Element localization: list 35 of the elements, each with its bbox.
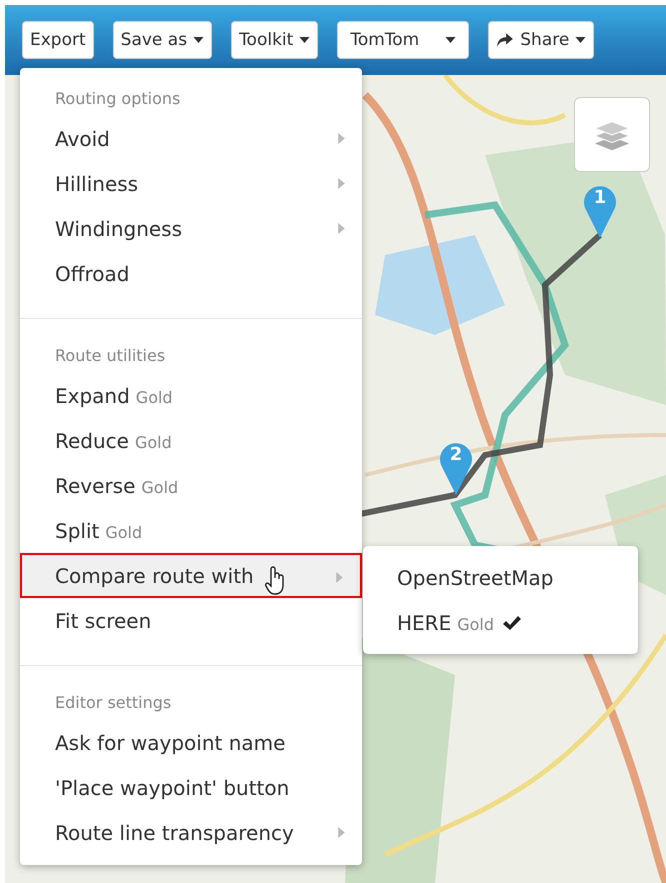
menu-item[interactable]: Reduce Gold: [20, 418, 362, 463]
menu-item[interactable]: Windingness: [20, 206, 362, 251]
toolbar-button[interactable]: Export: [22, 21, 94, 59]
share-icon: [496, 32, 514, 48]
menu-item[interactable]: Hilliness: [20, 161, 362, 206]
menu-item[interactable]: Fit screen: [20, 598, 362, 643]
menu-item[interactable]: Split Gold: [20, 508, 362, 553]
menu-heading: Editor settings: [54, 692, 172, 714]
caret-icon: [575, 37, 586, 43]
submenu-item[interactable]: OpenStreetMap: [363, 555, 638, 600]
menu-item[interactable]: Route line transparency: [20, 810, 362, 855]
hand-cursor-icon: [264, 564, 286, 594]
submenu-arrow-icon: [336, 572, 343, 583]
submenu-item[interactable]: HERE Gold: [363, 600, 638, 645]
submenu-arrow-icon: [338, 223, 345, 234]
menu-item[interactable]: Ask for waypoint name: [20, 720, 362, 765]
menu-item[interactable]: Avoid: [20, 116, 362, 161]
layers-button[interactable]: [574, 97, 650, 172]
caret-icon: [445, 37, 456, 43]
menu-heading: Routing options: [54, 88, 182, 110]
menu-item[interactable]: Compare route with: [20, 553, 362, 598]
toolbar-button[interactable]: Toolkit: [231, 21, 318, 59]
caret-icon: [193, 37, 204, 43]
toolbar-button[interactable]: Save as: [112, 21, 212, 59]
toolbar-button[interactable]: Share: [488, 21, 594, 59]
menu-heading: Route utilities: [54, 344, 166, 366]
menu-item[interactable]: Expand Gold: [20, 373, 362, 418]
menu-item[interactable]: Offroad: [20, 251, 362, 296]
submenu-arrow-icon: [338, 827, 345, 838]
submenu-arrow-icon: [338, 178, 345, 189]
toolbar-button[interactable]: TomTom: [337, 21, 470, 59]
submenu-arrow-icon: [338, 133, 345, 144]
menu-item[interactable]: Reverse Gold: [20, 463, 362, 508]
menu-item[interactable]: 'Place waypoint' button: [20, 765, 362, 810]
caret-icon: [299, 37, 310, 43]
